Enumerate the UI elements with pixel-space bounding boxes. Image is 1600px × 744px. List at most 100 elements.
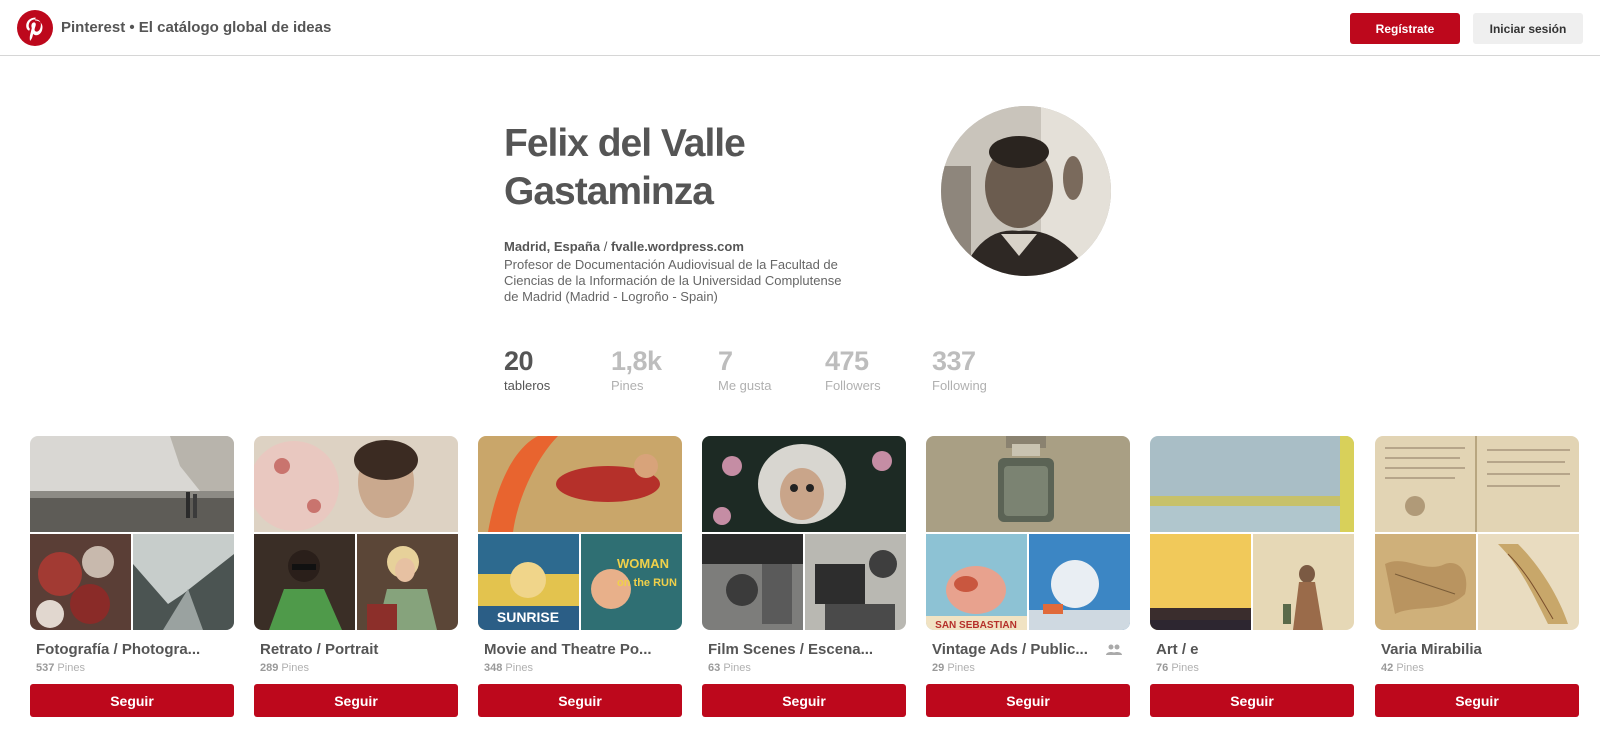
profile-name: Felix del Valle Gastaminza bbox=[504, 122, 746, 213]
board-card[interactable]: SUNRISE WOMAN on the RUN Movie and Theat… bbox=[478, 436, 682, 717]
board-pin-count: 348 Pines bbox=[484, 662, 682, 674]
follow-button[interactable]: Seguir bbox=[30, 684, 234, 717]
follow-button[interactable]: Seguir bbox=[926, 684, 1130, 717]
pin-count-value: 29 bbox=[932, 662, 945, 674]
board-cover-image bbox=[1150, 534, 1251, 630]
board-title[interactable]: Retrato / Portrait bbox=[260, 641, 435, 658]
profile-location: Madrid, España bbox=[504, 239, 601, 254]
board-cover-image bbox=[926, 436, 1130, 532]
follow-button[interactable]: Seguir bbox=[1150, 684, 1354, 717]
pin-count-value: 289 bbox=[260, 662, 279, 674]
stat-value: 7 bbox=[718, 346, 733, 376]
board-cover-image: WOMAN on the RUN bbox=[581, 534, 682, 630]
poster-caption: SAN SEBASTIAN bbox=[935, 620, 1017, 630]
stat-boards[interactable]: 20 tableros bbox=[504, 345, 604, 393]
board-cover-image bbox=[702, 534, 803, 630]
board-pin-count: 29 Pines bbox=[932, 662, 1130, 674]
location-separator: / bbox=[603, 239, 608, 254]
board-card[interactable]: Retrato / Portrait 289 Pines Seguir bbox=[254, 436, 458, 717]
signup-button[interactable]: Regístrate bbox=[1350, 13, 1460, 44]
board-cover-image bbox=[1029, 534, 1130, 630]
board-pin-count: 42 Pines bbox=[1381, 662, 1579, 674]
board-pin-count: 76 Pines bbox=[1156, 662, 1354, 674]
board-cover-image bbox=[1375, 436, 1579, 532]
board-cover-image bbox=[1375, 534, 1476, 630]
board-cover[interactable] bbox=[254, 436, 458, 630]
follow-button[interactable]: Seguir bbox=[478, 684, 682, 717]
board-cover-image bbox=[133, 534, 234, 630]
profile-bio: Profesor de Documentación Audiovisual de… bbox=[504, 257, 842, 304]
board-cover-image bbox=[30, 436, 234, 532]
stat-label: Pines bbox=[611, 378, 644, 393]
poster-title: SUNRISE bbox=[497, 609, 559, 625]
pin-count-value: 348 bbox=[484, 662, 503, 674]
stat-value: 1,8k bbox=[611, 346, 662, 376]
follow-button[interactable]: Seguir bbox=[702, 684, 906, 717]
board-title[interactable]: Art / e bbox=[1156, 641, 1331, 658]
pin-count-value: 76 bbox=[1156, 662, 1169, 674]
poster-subtitle: on the RUN bbox=[617, 577, 677, 589]
stat-label: Followers bbox=[825, 378, 881, 393]
stat-followers[interactable]: 475 Followers bbox=[825, 345, 925, 393]
pin-count-unit: Pines bbox=[505, 662, 533, 674]
pin-count-value: 537 bbox=[36, 662, 55, 674]
board-title[interactable]: Vintage Ads / Public... bbox=[932, 641, 1107, 658]
profile-location-line: Madrid, España / fvalle.wordpress.com bbox=[504, 239, 744, 254]
board-card[interactable]: Film Scenes / Escena... 63 Pines Seguir bbox=[702, 436, 906, 717]
site-title[interactable]: Pinterest • El catálogo global de ideas bbox=[61, 19, 331, 36]
pin-count-value: 63 bbox=[708, 662, 721, 674]
pin-count-unit: Pines bbox=[1396, 662, 1424, 674]
pin-count-unit: Pines bbox=[723, 662, 751, 674]
stat-pins[interactable]: 1,8k Pines bbox=[611, 345, 711, 393]
stat-label: tableros bbox=[504, 378, 551, 393]
board-cover[interactable]: SAN SEBASTIAN bbox=[926, 436, 1130, 630]
follow-button[interactable]: Seguir bbox=[254, 684, 458, 717]
board-cover-image bbox=[1478, 534, 1579, 630]
board-title[interactable]: Film Scenes / Escena... bbox=[708, 641, 883, 658]
follow-button[interactable]: Seguir bbox=[1375, 684, 1579, 717]
stat-likes[interactable]: 7 Me gusta bbox=[718, 345, 818, 393]
pinterest-logo-icon[interactable] bbox=[17, 10, 53, 46]
board-card[interactable]: Art / e 76 Pines Seguir bbox=[1150, 436, 1354, 717]
pin-count-unit: Pines bbox=[281, 662, 309, 674]
login-button[interactable]: Iniciar sesión bbox=[1473, 13, 1583, 44]
profile-website-link[interactable]: fvalle.wordpress.com bbox=[611, 239, 744, 254]
pin-count-unit: Pines bbox=[947, 662, 975, 674]
pin-count-unit: Pines bbox=[57, 662, 85, 674]
stat-value: 475 bbox=[825, 346, 869, 376]
stat-following[interactable]: 337 Following bbox=[932, 345, 1032, 393]
board-card[interactable]: SAN SEBASTIAN Vintage Ads / Public... 29… bbox=[926, 436, 1130, 717]
board-cover-image bbox=[30, 534, 131, 630]
board-pin-count: 289 Pines bbox=[260, 662, 458, 674]
board-cover-image: SUNRISE bbox=[478, 534, 579, 630]
stat-value: 337 bbox=[932, 346, 976, 376]
board-cover-image bbox=[254, 534, 355, 630]
board-cover-image bbox=[357, 534, 458, 630]
stat-value: 20 bbox=[504, 346, 534, 376]
board-cover-image bbox=[805, 534, 906, 630]
pin-count-value: 42 bbox=[1381, 662, 1394, 674]
board-cover[interactable] bbox=[702, 436, 906, 630]
board-cover[interactable] bbox=[1150, 436, 1354, 630]
board-cover[interactable]: SUNRISE WOMAN on the RUN bbox=[478, 436, 682, 630]
board-cover[interactable] bbox=[30, 436, 234, 630]
board-cover-image: SAN SEBASTIAN bbox=[926, 534, 1027, 630]
board-title[interactable]: Movie and Theatre Po... bbox=[484, 641, 659, 658]
board-pin-count: 537 Pines bbox=[36, 662, 234, 674]
board-cover[interactable] bbox=[1375, 436, 1579, 630]
profile-avatar bbox=[941, 106, 1111, 276]
stat-label: Following bbox=[932, 378, 987, 393]
board-title[interactable]: Varia Mirabilia bbox=[1381, 641, 1556, 658]
board-card[interactable]: Varia Mirabilia 42 Pines Seguir bbox=[1375, 436, 1579, 717]
board-cover-image bbox=[478, 436, 682, 532]
board-cover-image bbox=[1253, 534, 1354, 630]
board-pin-count: 63 Pines bbox=[708, 662, 906, 674]
board-card[interactable]: Fotografía / Photogra... 537 Pines Segui… bbox=[30, 436, 234, 717]
board-cover-image bbox=[1150, 436, 1354, 532]
pin-count-unit: Pines bbox=[1171, 662, 1199, 674]
board-cover-image bbox=[254, 436, 458, 532]
poster-title: WOMAN bbox=[617, 556, 669, 571]
board-cover-image bbox=[702, 436, 906, 532]
stat-label: Me gusta bbox=[718, 378, 772, 393]
board-title[interactable]: Fotografía / Photogra... bbox=[36, 641, 211, 658]
